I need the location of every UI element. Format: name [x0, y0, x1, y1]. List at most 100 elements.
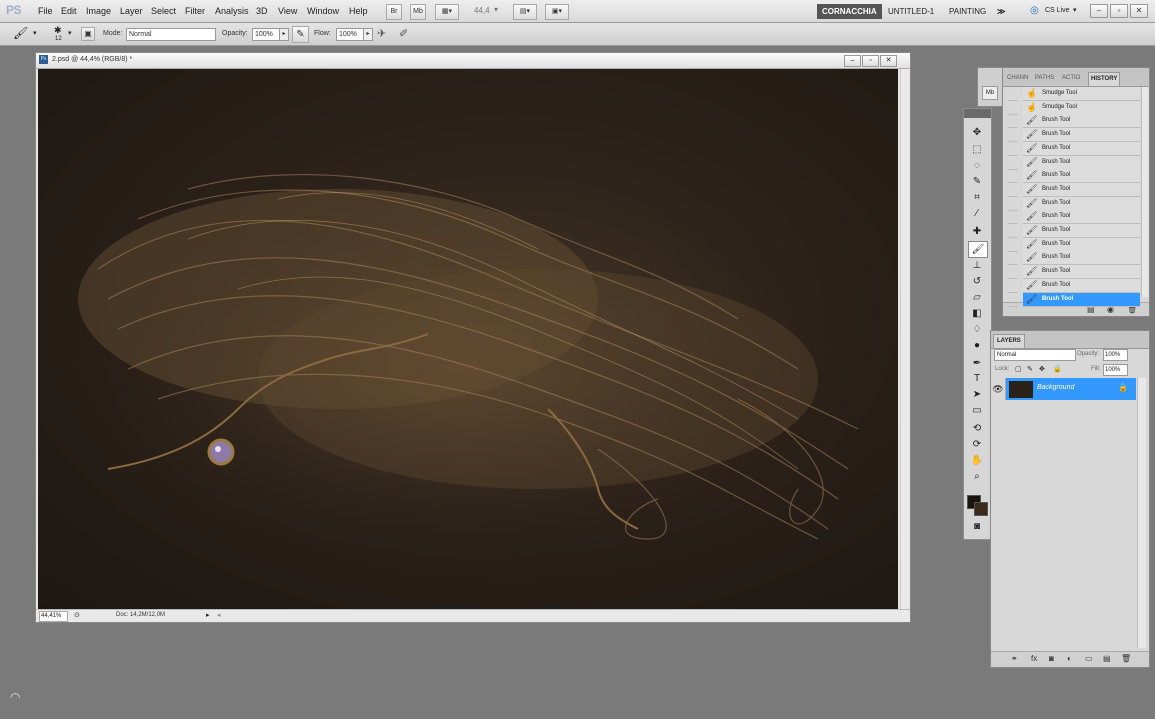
history-item[interactable]: 🖌 Brush Tool — [1023, 251, 1140, 266]
3d-rotate-icon[interactable]: ⟲ — [968, 421, 986, 436]
history-item[interactable]: ☝ Smudge Tool — [1023, 100, 1140, 115]
vertical-scrollbar[interactable] — [900, 69, 909, 609]
zoom-field[interactable]: 44,41% — [39, 611, 68, 622]
menu-filter[interactable]: Filter — [185, 6, 205, 16]
layer-opacity-field[interactable]: 100% — [1103, 349, 1128, 361]
tab-history[interactable]: HISTORY — [1088, 72, 1121, 86]
blend-mode-select[interactable]: Normal — [994, 349, 1076, 361]
cslive-label[interactable]: CS Live — [1045, 7, 1070, 14]
history-item[interactable]: 🖌 Brush Tool — [1023, 210, 1140, 225]
canvas[interactable] — [38, 69, 898, 609]
hand-icon[interactable]: ✋ — [968, 453, 986, 468]
3d-orbit-icon[interactable]: ⟳ — [968, 437, 986, 452]
opacity-slider-button[interactable]: ▸ — [279, 28, 289, 41]
eyedropper-icon[interactable]: ⁄ — [968, 206, 986, 221]
menu-window[interactable]: Window — [307, 6, 339, 16]
more-workspaces-button[interactable]: ≫ — [992, 4, 1010, 19]
chevron-down-icon[interactable]: ▾ — [68, 29, 72, 37]
history-item[interactable]: 🖌 Brush Tool — [1023, 237, 1140, 252]
menu-edit[interactable]: Edit — [61, 6, 77, 16]
doc-minimize-button[interactable]: – — [844, 55, 861, 67]
chevron-down-icon[interactable]: ▾ — [1073, 6, 1077, 14]
lock-transparent-icon[interactable]: ▢ — [1015, 365, 1022, 373]
dodge-icon[interactable]: ● — [968, 338, 986, 353]
history-brush-icon[interactable]: ↺ — [968, 274, 986, 289]
eraser-icon[interactable]: ▱ — [968, 290, 986, 305]
tab-actions[interactable]: ACTIO — [1060, 72, 1082, 85]
shape-icon[interactable]: ▭ — [968, 403, 986, 418]
history-source-checkbox[interactable] — [1008, 224, 1018, 238]
history-source-checkbox[interactable] — [1008, 293, 1018, 307]
group-icon[interactable]: ▭ — [1085, 654, 1093, 663]
brush-size-value[interactable]: 12 — [55, 36, 62, 42]
menu-view[interactable]: View — [278, 6, 297, 16]
tab-layers[interactable]: LAYERS — [993, 334, 1025, 348]
history-item[interactable]: 🖌 Brush Tool — [1023, 224, 1140, 238]
fill-field[interactable]: 100% — [1103, 364, 1128, 376]
lock-position-icon[interactable]: ✥ — [1039, 365, 1045, 373]
history-source-checkbox[interactable] — [1008, 169, 1018, 184]
history-source-checkbox[interactable] — [1008, 197, 1018, 211]
layer-name[interactable]: Background — [1037, 384, 1074, 391]
tab-channels[interactable]: CHANN — [1005, 72, 1030, 85]
mode-select[interactable]: Normal — [126, 28, 216, 41]
new-layer-icon[interactable]: ▤ — [1103, 654, 1111, 663]
doc-close-button[interactable]: ✕ — [880, 55, 897, 67]
chevron-down-icon[interactable]: ▾ — [494, 5, 498, 14]
history-item[interactable]: 🖌 Brush Tool — [1023, 141, 1140, 156]
zoom-icon[interactable]: ⊙ — [74, 611, 80, 619]
menu-analysis[interactable]: Analysis — [215, 6, 249, 16]
crop-icon[interactable]: ⌗ — [968, 190, 986, 205]
workspace-untitled[interactable]: UNTITLED-1 — [883, 4, 939, 19]
tablet-pressure-opacity-icon[interactable]: ✎ — [292, 26, 309, 43]
menu-3d[interactable]: 3D — [256, 6, 268, 16]
history-item[interactable]: 🖌 Brush Tool — [1023, 265, 1140, 280]
history-item[interactable]: 🖌 Brush Tool — [1023, 114, 1140, 129]
status-menu-arrow-icon[interactable]: ▸ — [206, 611, 210, 619]
background-color-swatch[interactable] — [974, 502, 988, 516]
scroll-left-icon[interactable]: ◂ — [217, 611, 221, 619]
link-layers-icon[interactable]: ⚭ — [1011, 654, 1018, 663]
close-button[interactable]: ✕ — [1130, 4, 1148, 18]
history-source-checkbox[interactable] — [1008, 142, 1018, 156]
lock-all-icon[interactable]: 🔒 — [1053, 365, 1062, 373]
brush-tool-preset-icon[interactable]: 🖌 — [13, 26, 28, 40]
minibridge-icon[interactable]: Mb — [410, 4, 426, 20]
history-item[interactable]: 🖌 Brush Tool — [1023, 169, 1140, 184]
minimize-button[interactable]: – — [1090, 4, 1108, 18]
type-icon[interactable]: T — [968, 371, 986, 386]
blur-icon[interactable]: ♢ — [968, 322, 986, 337]
history-item[interactable]: 🖌 Brush Tool — [1023, 155, 1140, 170]
doc-restore-button[interactable]: ▫ — [862, 55, 879, 67]
clone-stamp-icon[interactable]: ⊥ — [968, 258, 986, 273]
workspace-cornacchia[interactable]: CORNACCHIA — [817, 4, 882, 19]
history-source-checkbox[interactable] — [1008, 210, 1018, 225]
zoom-icon[interactable]: ⌕ — [968, 469, 986, 484]
pen-icon[interactable]: ✒ — [968, 356, 986, 371]
brush-icon[interactable]: 🖌 — [968, 241, 988, 258]
gradient-icon[interactable]: ◧ — [968, 306, 986, 321]
path-select-icon[interactable]: ➤ — [968, 387, 986, 402]
history-source-checkbox[interactable] — [1008, 156, 1018, 170]
tools-panel-header[interactable] — [964, 109, 991, 118]
trash-icon[interactable]: 🗑 — [1121, 654, 1131, 663]
cslive-icon[interactable]: ◎ — [1030, 5, 1039, 16]
history-source-checkbox[interactable] — [1008, 279, 1018, 293]
document-title-bar[interactable]: Ps 2.psd @ 44,4% (RGB/8) * – ▫ ✕ — [36, 53, 910, 69]
menu-layer[interactable]: Layer — [120, 6, 143, 16]
history-item[interactable]: 🖌 Brush Tool — [1023, 292, 1140, 307]
menu-file[interactable]: File — [38, 6, 53, 16]
menu-select[interactable]: Select — [151, 6, 176, 16]
brush-tip-icon[interactable]: ✱ — [54, 25, 62, 36]
eye-icon[interactable]: 👁 — [991, 378, 1006, 400]
history-source-checkbox[interactable] — [1008, 251, 1018, 266]
history-source-checkbox[interactable] — [1008, 265, 1018, 280]
screen-mode-icon[interactable]: ▣▾ — [545, 4, 569, 20]
history-source-checkbox[interactable] — [1008, 238, 1018, 252]
history-item[interactable]: 🖌 Brush Tool — [1023, 182, 1140, 197]
restore-button[interactable]: ▫ — [1110, 4, 1128, 18]
history-source-checkbox[interactable] — [1008, 87, 1018, 101]
tab-paths[interactable]: PATHS — [1033, 72, 1056, 85]
workspace-painting[interactable]: PAINTING — [944, 4, 991, 19]
history-source-checkbox[interactable] — [1008, 183, 1018, 197]
